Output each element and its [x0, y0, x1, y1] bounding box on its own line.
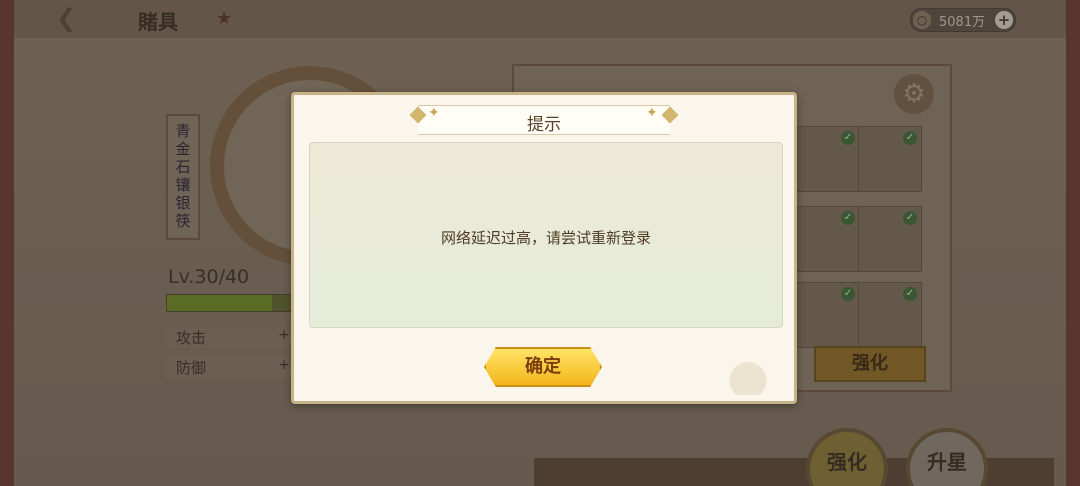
alert-dialog: 提示 ✦ ✦ 网络延迟过高，请尝试重新登录 确定 — [291, 92, 797, 404]
sparkle-icon: ✦ — [646, 105, 658, 121]
dialog-message: 网络延迟过高，请尝试重新登录 — [440, 229, 651, 247]
dialog-title: 提示 — [527, 115, 561, 135]
ginkgo-leaf-ornament — [664, 359, 784, 395]
sparkle-icon: ✦ — [428, 105, 440, 121]
dialog-title-bar: 提示 — [418, 105, 670, 135]
confirm-button[interactable]: 确定 — [484, 347, 602, 387]
message-box: 网络延迟过高，请尝试重新登录 — [309, 142, 783, 328]
